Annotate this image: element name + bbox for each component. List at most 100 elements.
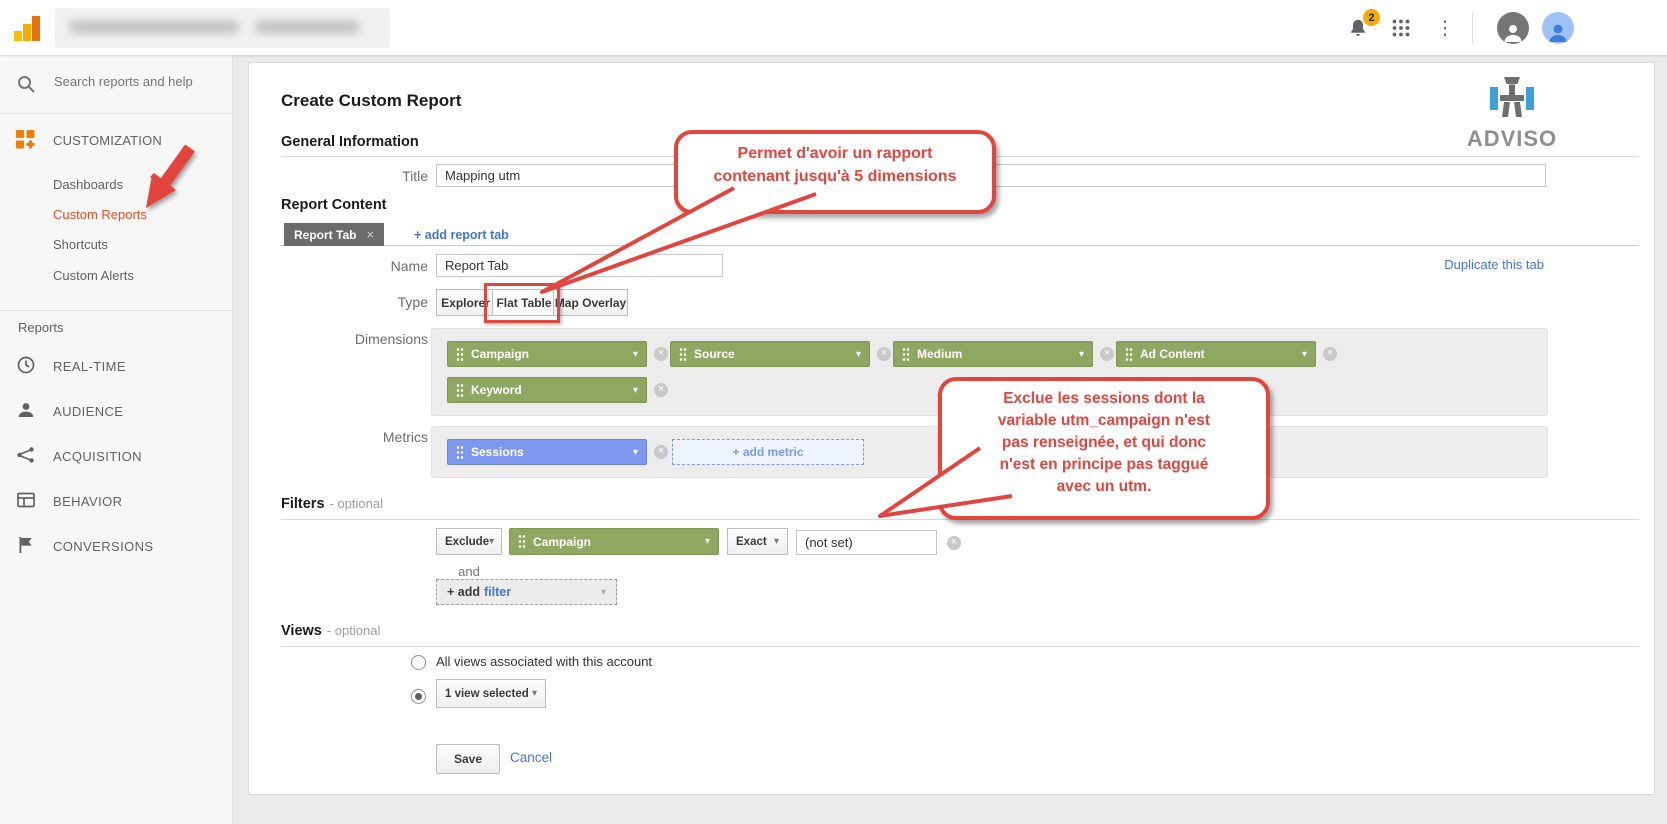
- branch-icon: [16, 445, 36, 465]
- close-tab-icon[interactable]: [356, 227, 374, 242]
- apps-grid-icon: [1392, 19, 1410, 37]
- more-options-kebab-icon[interactable]: ⋮: [1436, 17, 1454, 39]
- cancel-link[interactable]: Cancel: [510, 750, 552, 765]
- chevron-down-icon: [633, 447, 638, 458]
- filter-and-label: and: [436, 564, 502, 579]
- sidebar-item-custom-reports[interactable]: Custom Reports: [53, 207, 147, 222]
- sidebar-item-conversions[interactable]: CONVERSIONS: [0, 532, 233, 562]
- drag-handle-icon[interactable]: [456, 347, 464, 362]
- customization-section-title[interactable]: CUSTOMIZATION: [53, 133, 162, 148]
- notifications-count-badge: 2: [1363, 9, 1380, 26]
- name-label: Name: [249, 258, 428, 274]
- name-input[interactable]: [436, 254, 723, 277]
- person-icon: [1500, 20, 1526, 44]
- sidebar-item-dashboards[interactable]: Dashboards: [53, 177, 123, 192]
- duplicate-tab-link[interactable]: Duplicate this tab: [1444, 257, 1544, 272]
- add-report-tab-link[interactable]: + add report tab: [414, 228, 509, 242]
- dimension-pill-keyword[interactable]: Keyword: [447, 377, 647, 403]
- remove-dimension-icon[interactable]: [1323, 347, 1337, 361]
- all-views-label: All views associated with this account: [436, 654, 652, 669]
- add-metric-button[interactable]: + add metric: [672, 439, 864, 465]
- section-filters: Filters- optional: [281, 496, 383, 512]
- filters-optional-text: - optional: [330, 496, 383, 511]
- section-report-content: Report Content: [281, 197, 387, 213]
- drag-handle-icon[interactable]: [902, 347, 910, 362]
- chevron-down-icon: [601, 587, 606, 598]
- chevron-down-icon: [856, 349, 861, 360]
- drag-handle-icon[interactable]: [518, 534, 526, 549]
- remove-dimension-icon[interactable]: [877, 347, 891, 361]
- account-avatar-gray[interactable]: [1497, 12, 1529, 44]
- adviso-logo: ADVISO: [1452, 77, 1572, 152]
- views-optional-text: - optional: [327, 623, 380, 638]
- remove-dimension-icon[interactable]: [654, 347, 668, 361]
- account-selector-redacted[interactable]: [55, 8, 390, 48]
- annotation-callout-dimensions: Permet d'avoir un rapport contenant jusq…: [674, 130, 996, 214]
- filter-operator-dropdown[interactable]: Exclude: [436, 528, 502, 555]
- metrics-label: Metrics: [249, 429, 428, 445]
- remove-metric-icon[interactable]: [654, 445, 668, 459]
- person-icon: [1545, 20, 1571, 44]
- sidebar-item-custom-alerts[interactable]: Custom Alerts: [53, 268, 134, 283]
- page-title: Create Custom Report: [281, 91, 461, 111]
- dimension-pill-medium[interactable]: Medium: [893, 341, 1093, 367]
- chevron-down-icon: [1079, 349, 1084, 360]
- chevron-down-icon: [489, 536, 494, 547]
- flag-icon: [16, 535, 36, 555]
- drag-handle-icon[interactable]: [679, 347, 687, 362]
- remove-filter-icon[interactable]: [947, 536, 961, 550]
- dimensions-label: Dimensions: [249, 331, 428, 347]
- filter-match-dropdown[interactable]: Exact: [727, 528, 788, 555]
- search-input[interactable]: [52, 73, 226, 90]
- filter-value-input[interactable]: [796, 530, 937, 555]
- sidebar-item-shortcuts[interactable]: Shortcuts: [53, 237, 108, 252]
- save-button[interactable]: Save: [436, 744, 500, 774]
- section-views: Views- optional: [281, 623, 380, 639]
- remove-dimension-icon[interactable]: [1100, 347, 1114, 361]
- chevron-down-icon: [633, 349, 638, 360]
- sidebar-item-behavior[interactable]: BEHAVIOR: [0, 487, 233, 517]
- chevron-down-icon: [705, 536, 710, 547]
- window-icon: [16, 490, 36, 510]
- radio-selected-views[interactable]: [411, 689, 426, 704]
- app-header: 2 ⋮: [0, 0, 1667, 55]
- sidebar-item-audience[interactable]: AUDIENCE: [0, 397, 233, 427]
- sidebar-item-real-time[interactable]: REAL-TIME: [0, 352, 233, 382]
- person-icon: [16, 400, 36, 420]
- metric-pill-sessions[interactable]: Sessions: [447, 439, 647, 465]
- add-filter-button[interactable]: + add filter: [436, 579, 617, 605]
- type-map-overlay-button[interactable]: Map Overlay: [553, 289, 628, 316]
- filter-dimension-pill-campaign[interactable]: Campaign: [509, 528, 719, 555]
- dimension-pill-campaign[interactable]: Campaign: [447, 341, 647, 367]
- radio-all-views[interactable]: [411, 655, 426, 670]
- annotation-callout-filter: Exclue les sessions dont la variable utm…: [938, 377, 1270, 520]
- dimension-pill-ad-content[interactable]: Ad Content: [1116, 341, 1316, 367]
- clock-icon: [16, 355, 36, 375]
- report-tab-bar: Report Tab + add report tab: [281, 223, 1639, 246]
- sidebar-item-acquisition[interactable]: ACQUISITION: [0, 442, 233, 472]
- chevron-down-icon: [532, 688, 537, 699]
- header-divider: [1472, 12, 1473, 44]
- notifications-bell-button[interactable]: 2: [1345, 15, 1371, 41]
- apps-grid-button[interactable]: [1390, 17, 1412, 39]
- adviso-brand-text: ADVISO: [1452, 126, 1572, 152]
- title-label: Title: [249, 168, 428, 184]
- drag-handle-icon[interactable]: [456, 445, 464, 460]
- drag-handle-icon[interactable]: [1125, 347, 1133, 362]
- customization-icon: [16, 130, 35, 149]
- drag-handle-icon[interactable]: [456, 383, 464, 398]
- remove-dimension-icon[interactable]: [654, 383, 668, 397]
- type-label: Type: [249, 294, 428, 310]
- sidebar: CUSTOMIZATION Dashboards Custom Reports …: [0, 55, 233, 824]
- analytics-logo-icon[interactable]: [12, 13, 42, 43]
- dimension-pill-source[interactable]: Source: [670, 341, 870, 367]
- annotation-highlight-flat-table: [484, 283, 560, 323]
- adviso-inukshuk-icon: [1489, 77, 1535, 119]
- reports-section-title: Reports: [18, 320, 64, 335]
- view-selector-dropdown[interactable]: 1 view selected: [436, 679, 546, 708]
- user-avatar-blue[interactable]: [1542, 12, 1574, 44]
- search-icon: [16, 74, 36, 94]
- search-bar[interactable]: [0, 55, 233, 114]
- report-tab[interactable]: Report Tab: [284, 223, 384, 246]
- chevron-down-icon: [1302, 349, 1307, 360]
